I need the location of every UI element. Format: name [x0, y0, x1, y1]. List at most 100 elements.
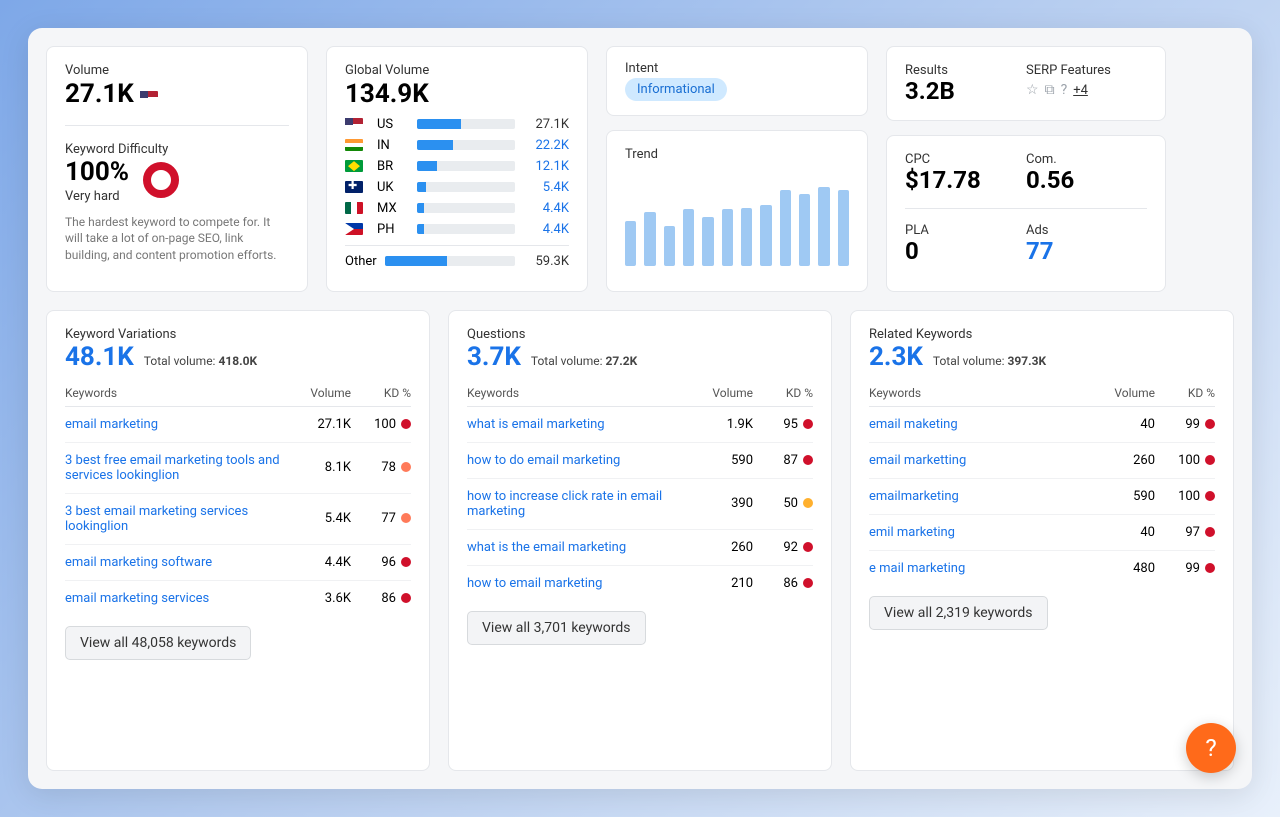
keyword-kd: 100 [1155, 489, 1215, 504]
com-label: Com. [1026, 152, 1147, 167]
keyword-link[interactable]: e mail marketing [869, 561, 1095, 576]
kd-dot-icon [1205, 455, 1215, 465]
keyword-row: 3 best free email marketing tools and se… [65, 443, 411, 494]
intent-badge[interactable]: Informational [625, 78, 727, 101]
keyword-link[interactable]: emailmarketing [869, 489, 1095, 504]
volume-value[interactable]: 27.1K [523, 117, 569, 132]
ph-flag-icon [345, 223, 363, 235]
help-fab[interactable]: ? [1186, 723, 1236, 773]
keyword-link[interactable]: how to increase click rate in email mark… [467, 489, 693, 519]
table-header: KeywordsVolumeKD % [65, 386, 411, 407]
keyword-link[interactable]: 3 best free email marketing tools and se… [65, 453, 291, 483]
keyword-row: emailmarketing 590 100 [869, 479, 1215, 515]
kd-dot-icon [803, 542, 813, 552]
keyword-kd: 50 [753, 496, 813, 511]
serp-more-link[interactable]: +4 [1073, 83, 1088, 98]
cpc-value: $17.78 [905, 167, 1026, 193]
global-volume-row: UK 5.4K [345, 180, 569, 195]
bottom-row: Keyword Variations 48.1K Total volume: 4… [46, 310, 1234, 771]
volume-bar [417, 182, 515, 192]
questions-count: 3.7K [467, 342, 521, 372]
keyword-link[interactable]: email maketing [869, 417, 1095, 432]
keyword-link[interactable]: emil marketing [869, 525, 1095, 540]
keyword-link[interactable]: 3 best email marketing services lookingl… [65, 504, 291, 534]
keyword-row: how to do email marketing 590 87 [467, 443, 813, 479]
cpc-com-card: CPC $17.78 Com. 0.56 PLA 0 Ads 77 [886, 135, 1166, 291]
keyword-link[interactable]: email marketting [869, 453, 1095, 468]
kd-dot-icon [401, 513, 411, 523]
keyword-link[interactable]: what is the email marketing [467, 540, 693, 555]
com-value: 0.56 [1026, 167, 1147, 193]
volume-value[interactable]: 4.4K [523, 222, 569, 237]
related-view-all-button[interactable]: View all 2,319 keywords [869, 596, 1048, 630]
trend-bar [625, 221, 636, 266]
volume-bar [417, 161, 515, 171]
keyword-link[interactable]: email marketing services [65, 591, 291, 606]
variations-title: Keyword Variations [65, 327, 411, 342]
keyword-link[interactable]: how to do email marketing [467, 453, 693, 468]
variations-total: Total volume: 418.0K [144, 354, 257, 368]
trend-bar [702, 217, 713, 267]
pla-value: 0 [905, 238, 1026, 264]
volume-bar [417, 224, 515, 234]
volume-value[interactable]: 22.2K [523, 138, 569, 153]
country-code: BR [377, 159, 409, 174]
link-icon[interactable]: ⧉ [1045, 82, 1055, 98]
keyword-link[interactable]: how to email marketing [467, 576, 693, 591]
help-icon[interactable]: ? [1061, 82, 1068, 98]
keyword-link[interactable]: what is email marketing [467, 417, 693, 432]
ads-value[interactable]: 77 [1026, 238, 1147, 264]
keyword-link[interactable]: email marketing [65, 417, 291, 432]
br-flag-icon [345, 160, 363, 172]
volume-value: 27.1K [65, 80, 289, 109]
kd-dot-icon [1205, 419, 1215, 429]
trend-bar [780, 190, 791, 267]
volume-value[interactable]: 5.4K [523, 180, 569, 195]
keyword-row: email maketing 40 99 [869, 407, 1215, 443]
keyword-kd: 96 [351, 555, 411, 570]
keyword-volume: 480 [1095, 561, 1155, 576]
trend-bar [664, 226, 675, 267]
global-volume-row: PH 4.4K [345, 222, 569, 237]
serp-features-icons: ☆ ⧉ ? +4 [1026, 82, 1147, 98]
trend-card: Trend [606, 130, 868, 292]
keyword-row: email marketing 27.1K 100 [65, 407, 411, 443]
global-volume-label: Global Volume [345, 63, 569, 78]
keyword-volume: 40 [1095, 525, 1155, 540]
keyword-variations-card: Keyword Variations 48.1K Total volume: 4… [46, 310, 430, 771]
keyword-kd: 99 [1155, 417, 1215, 432]
trend-bar [722, 209, 733, 266]
us-flag-icon [345, 118, 363, 130]
questions-view-all-button[interactable]: View all 3,701 keywords [467, 611, 646, 645]
country-code: MX [377, 201, 409, 216]
keyword-volume: 4.4K [291, 555, 351, 570]
kd-dot-icon [401, 593, 411, 603]
star-icon[interactable]: ☆ [1026, 82, 1039, 98]
intent-label: Intent [625, 61, 849, 76]
keyword-kd: 97 [1155, 525, 1215, 540]
keyword-row: e mail marketing 480 99 [869, 551, 1215, 586]
keyword-volume: 8.1K [291, 460, 351, 475]
keyword-row: email marketing services 3.6K 86 [65, 581, 411, 616]
trend-bar [760, 205, 771, 266]
keyword-link[interactable]: email marketing software [65, 555, 291, 570]
related-count: 2.3K [869, 342, 923, 372]
keyword-row: what is the email marketing 260 92 [467, 530, 813, 566]
related-total: Total volume: 397.3K [933, 354, 1046, 368]
keyword-row: what is email marketing 1.9K 95 [467, 407, 813, 443]
serp-label: SERP Features [1026, 63, 1147, 78]
mx-flag-icon [345, 202, 363, 214]
keyword-volume: 260 [693, 540, 753, 555]
volume-card: Volume 27.1K Keyword Difficulty 100% Ver… [46, 46, 308, 292]
kd-dot-icon [401, 462, 411, 472]
kd-ring-icon [143, 162, 179, 198]
volume-value[interactable]: 12.1K [523, 159, 569, 174]
uk-flag-icon [345, 181, 363, 193]
trend-bar [683, 209, 694, 266]
keyword-kd: 92 [753, 540, 813, 555]
keyword-volume: 210 [693, 576, 753, 591]
variations-view-all-button[interactable]: View all 48,058 keywords [65, 626, 251, 660]
questions-card: Questions 3.7K Total volume: 27.2K Keywo… [448, 310, 832, 771]
keyword-volume: 260 [1095, 453, 1155, 468]
volume-value[interactable]: 4.4K [523, 201, 569, 216]
